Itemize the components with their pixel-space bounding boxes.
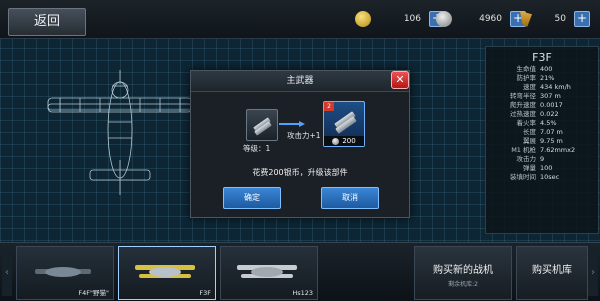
buy-plane-label: 购买新的战机 <box>433 265 493 276</box>
stat-row: 生命值 400 <box>516 65 553 73</box>
arrow-right-icon <box>279 121 305 127</box>
stat-row: 爬升速度 0.0017 <box>510 101 563 109</box>
silver-resource: 4960 + <box>436 10 526 28</box>
confirm-button[interactable]: 确定 <box>223 187 281 209</box>
close-button[interactable]: ✕ <box>391 71 409 89</box>
silver-coin-icon <box>436 11 452 27</box>
buy-hangar-label: 购买机库 <box>532 265 572 276</box>
plane-stats-panel: F3F 生命值 400 防护率 21% 速度 434 km/h 转弯半径 307 m 爬… <box>485 46 599 234</box>
stat-row: 防护率 21% <box>516 74 555 82</box>
cost-strip: 200 <box>324 136 364 146</box>
hangar-card-selected[interactable]: F3F <box>118 246 216 300</box>
cancel-button[interactable]: 取消 <box>321 187 379 209</box>
card-name: Hs123 <box>292 289 313 297</box>
add-harp-button[interactable]: + <box>574 11 590 27</box>
cost-value: 200 <box>342 137 356 145</box>
upgrade-message: 花费200银币，升级该部件 <box>252 168 348 177</box>
current-weapon-slot <box>246 109 278 141</box>
gold-coin-icon <box>355 11 371 27</box>
upgrade-effect-label: 攻击力+1 <box>287 131 321 140</box>
silver-value: 4960 <box>479 14 502 24</box>
hangar-card[interactable]: F4F"野猫" <box>16 246 114 300</box>
plane-blueprint <box>47 70 193 195</box>
plane-thumbnail <box>135 265 195 278</box>
plane-name: F3F <box>532 51 552 64</box>
stat-row: 攻击力 9 <box>516 155 545 163</box>
gold-resource: 106 + <box>355 10 445 28</box>
stat-row: 翼展 9.75 m <box>523 137 563 145</box>
buy-plane-card[interactable]: 购买新的战机 剩余机库:2 <box>414 246 512 300</box>
stat-row: 装填时间 10sec <box>510 173 560 181</box>
plane-thumbnail <box>237 265 297 278</box>
next-weapon-slot: 2 200 <box>323 101 365 147</box>
hangar-remaining: 剩余机库:2 <box>448 281 478 288</box>
top-bar: 返回 106 + 4960 + 50 + <box>0 0 600 39</box>
back-button[interactable]: 返回 <box>8 8 86 36</box>
buy-hangar-card[interactable]: 购买机库 <box>516 246 588 300</box>
level-badge: 2 <box>324 102 334 111</box>
stat-row: M1 机枪 7.62mmx2 <box>511 146 576 154</box>
hangar-card[interactable]: Hs123 <box>220 246 318 300</box>
dialog-title: 主武器 <box>286 76 314 86</box>
silver-coin-icon <box>332 137 340 145</box>
current-level-label: 等级：1 <box>243 144 271 153</box>
stat-row: 转弯半径 307 m <box>510 92 561 100</box>
stat-row: 长度 7.07 m <box>523 128 563 136</box>
dialog-header: 主武器 ✕ <box>191 71 409 92</box>
scroll-left-button[interactable]: ‹ <box>2 250 12 296</box>
harp-icon <box>520 11 532 27</box>
card-name: F3F <box>199 289 211 297</box>
stat-row: 着火率 4.5% <box>516 119 557 127</box>
gold-value: 106 <box>403 14 421 24</box>
stat-row: 速度 434 km/h <box>523 83 571 91</box>
stat-row: 过热速度 0.022 <box>510 110 559 118</box>
card-name: F4F"野猫" <box>78 289 109 297</box>
stat-row: 弹量 100 <box>523 164 553 172</box>
upgrade-dialog: 主武器 ✕ 等级：1 攻击力+1 2 200 花费200银币，升级该部件 确定 … <box>190 70 410 218</box>
scroll-right-button[interactable]: › <box>588 250 598 296</box>
harp-resource: 50 + <box>520 10 590 28</box>
plane-thumbnail <box>35 267 91 277</box>
harp-value: 50 <box>554 14 566 24</box>
